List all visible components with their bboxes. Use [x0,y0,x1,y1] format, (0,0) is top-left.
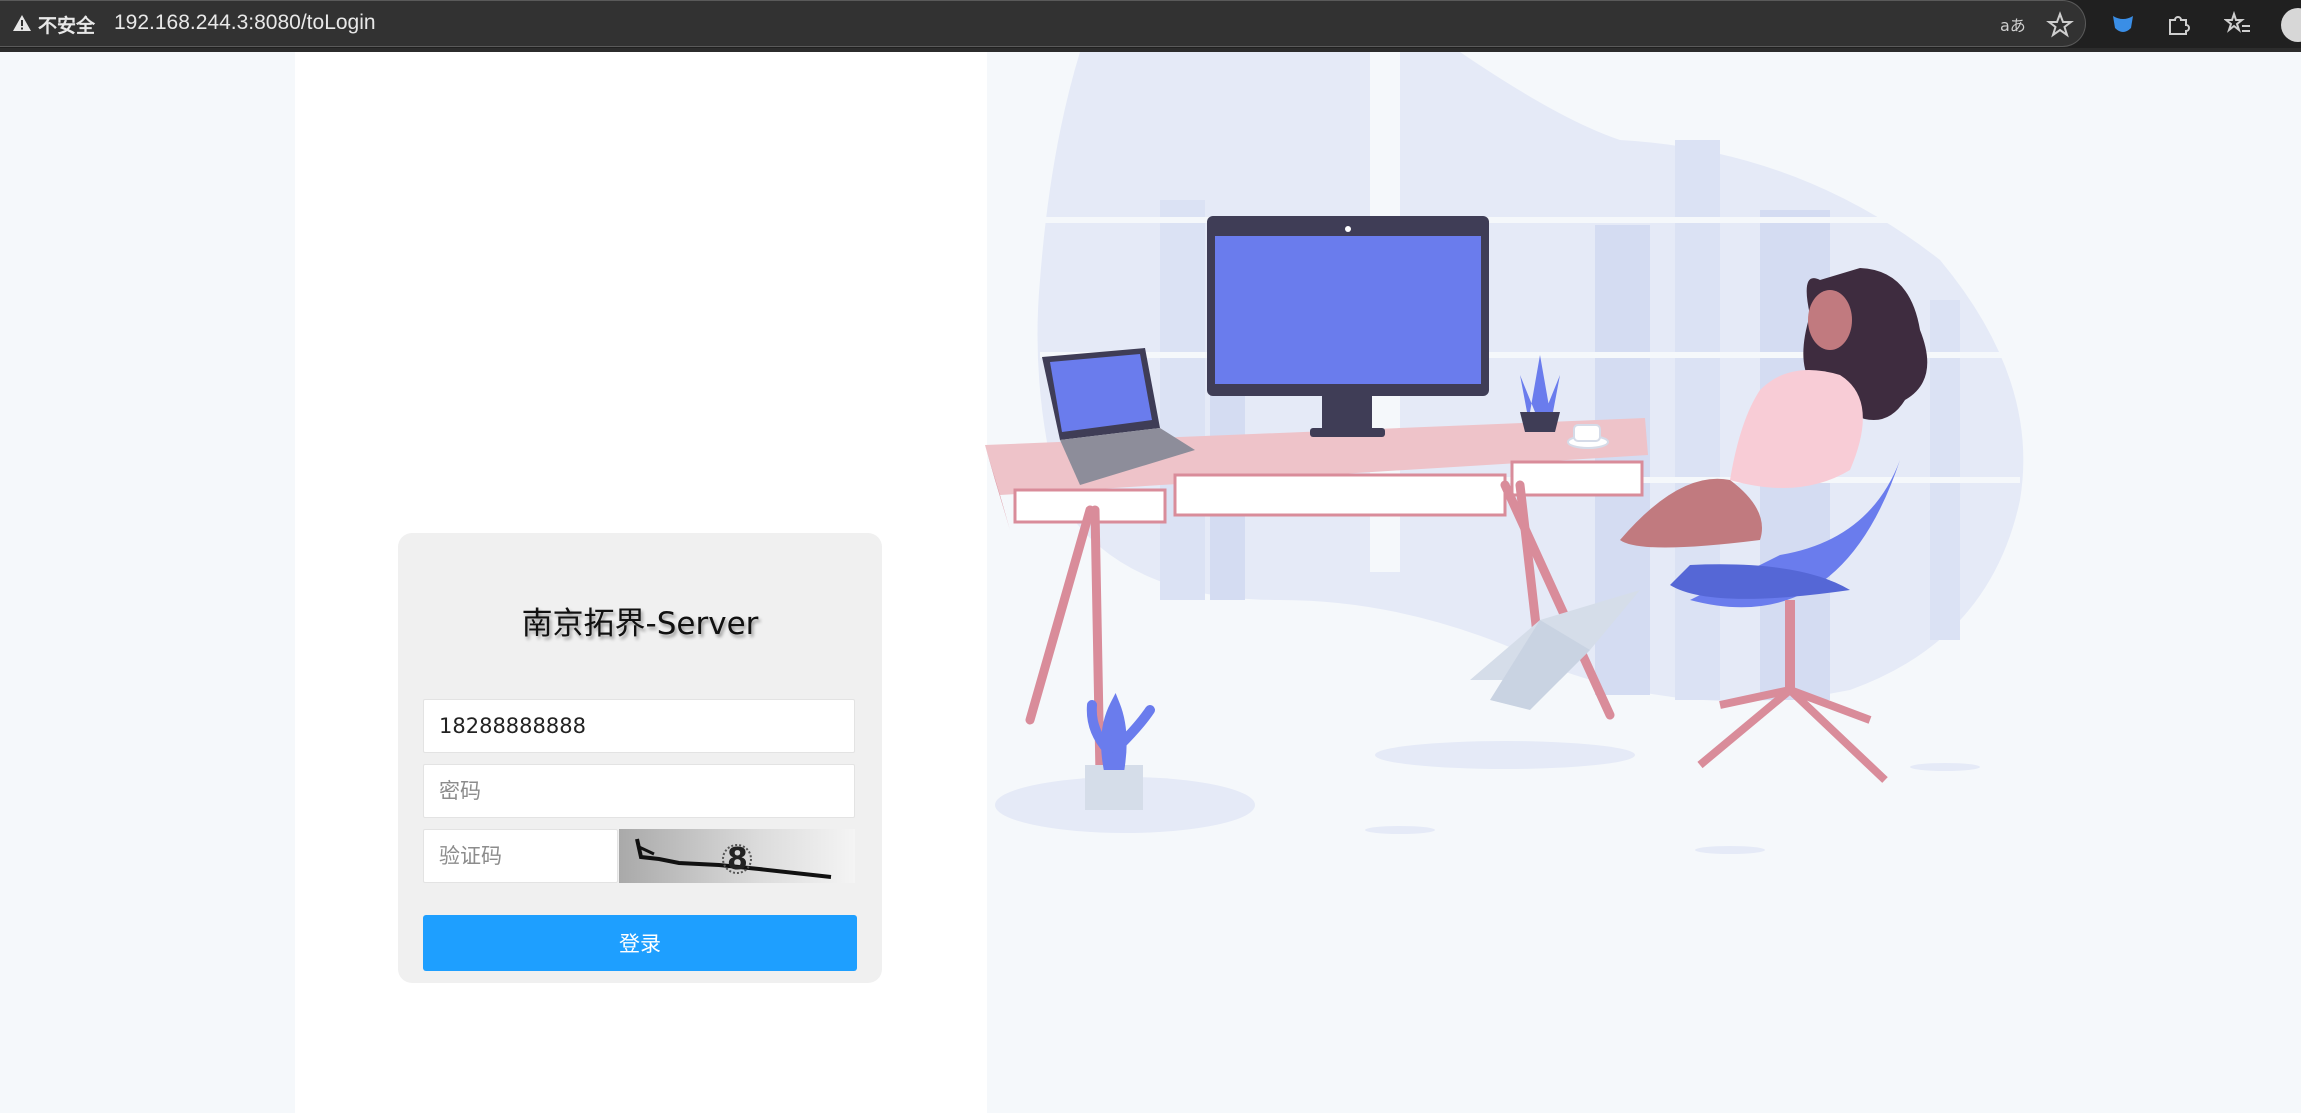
workspace-illustration [985,52,2024,854]
password-input[interactable] [424,765,854,817]
captcha-field[interactable] [423,829,618,883]
username-input[interactable] [424,700,854,752]
login-title: 南京拓界-Server [521,606,759,642]
login-card: 南京拓界-Server 8 登录 [398,533,882,983]
username-field[interactable] [423,699,855,753]
login-button[interactable]: 登录 [423,915,857,971]
captcha-input[interactable] [424,830,617,882]
captcha-image[interactable]: 8 [619,829,855,883]
password-field[interactable] [423,764,855,818]
